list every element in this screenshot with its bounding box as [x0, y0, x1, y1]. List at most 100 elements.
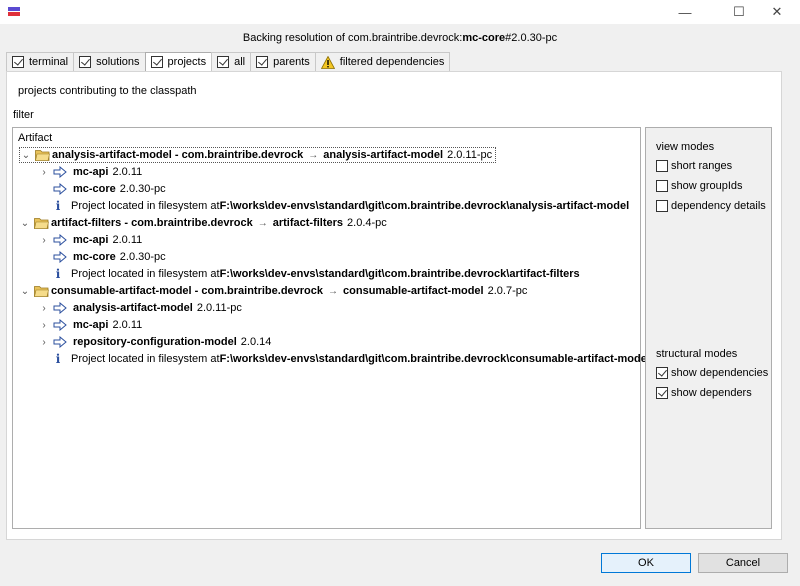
dependency-arrow-icon	[53, 234, 67, 246]
show-dependencies-checkbox[interactable]	[656, 367, 668, 379]
dependency-version: 2.0.11	[112, 166, 143, 178]
project-artifact: artifact-filters	[272, 217, 344, 229]
option-show-dependencies[interactable]: show dependencies	[656, 367, 768, 379]
expand-toggle[interactable]: ›	[38, 167, 50, 178]
tree-dependency-row[interactable]: › mc-api 2.0.11	[38, 164, 142, 180]
tab-label: parents	[273, 56, 310, 68]
info-path: F:\works\dev-envs\standard\git\com.brain…	[219, 268, 580, 280]
tree-dependency-row[interactable]: › analysis-artifact-model 2.0.11-pc	[38, 300, 242, 316]
project-name: analysis-artifact-model - com.braintribe…	[52, 149, 304, 161]
dependency-version: 2.0.11	[112, 234, 143, 246]
project-artifact: consumable-artifact-model	[343, 285, 484, 297]
short-ranges-checkbox[interactable]	[656, 160, 668, 172]
arrow-separator: →	[328, 285, 339, 297]
tab-solutions[interactable]: solutions	[73, 52, 146, 71]
collapse-toggle[interactable]: ⌄	[19, 286, 31, 297]
artifact-tree[interactable]: Artifact ⌄ analysis-artifact-model - com…	[12, 127, 650, 529]
tree-info-row[interactable]: i Project located in filesystem at F:\wo…	[53, 198, 629, 214]
tree-project-row[interactable]: ⌄ analysis-artifact-model - com.braintri…	[19, 147, 497, 163]
dialog-title-version: #2.0.30-pc	[505, 32, 558, 44]
info-icon: i	[55, 267, 61, 281]
tab-projects[interactable]: projects	[144, 52, 213, 71]
tab-content: projects contributing to the classpath f…	[6, 71, 782, 540]
info-path: F:\works\dev-envs\standard\git\com.brain…	[219, 353, 650, 365]
option-dependency-details[interactable]: dependency details	[656, 200, 766, 212]
tab-label: terminal	[29, 56, 69, 68]
tree-dependency-row[interactable]: › mc-api 2.0.11	[38, 232, 142, 248]
panel-heading: projects contributing to the classpath	[18, 85, 197, 97]
minimize-button[interactable]: —	[662, 0, 708, 24]
tab-parents[interactable]: parents	[250, 52, 316, 71]
dependency-arrow-icon	[53, 319, 67, 331]
options-panel: view modes short ranges show groupIds de…	[645, 127, 772, 529]
tree-dependency-row[interactable]: › mc-api 2.0.11	[38, 317, 142, 333]
tab-label: solutions	[96, 56, 140, 68]
option-show-groupids[interactable]: show groupIds	[656, 180, 743, 192]
project-version: 2.0.4-pc	[347, 217, 387, 229]
tree-info-row[interactable]: i Project located in filesystem at F:\wo…	[53, 266, 580, 282]
tab-all-checkbox[interactable]	[217, 56, 230, 68]
project-folder-icon	[34, 286, 49, 297]
info-path: F:\works\dev-envs\standard\git\com.brain…	[219, 200, 630, 212]
tree-info-row[interactable]: i Project located in filesystem at F:\wo…	[53, 351, 650, 367]
warning-icon	[320, 55, 335, 69]
tree-dependency-row[interactable]: mc-core 2.0.30-pc	[38, 249, 166, 265]
tab-terminal[interactable]: terminal	[6, 52, 75, 71]
option-label: show groupIds	[671, 180, 743, 192]
tab-filtered-dependencies[interactable]: filtered dependencies	[314, 52, 451, 71]
arrow-separator: →	[308, 149, 319, 161]
dependency-name: mc-core	[73, 183, 116, 195]
tab-label: projects	[167, 56, 207, 68]
tab-solutions-checkbox[interactable]	[79, 56, 92, 68]
info-icon: i	[55, 199, 61, 213]
dependency-version: 2.0.11-pc	[196, 302, 242, 314]
dependency-arrow-icon	[53, 336, 67, 348]
dependency-name: mc-core	[73, 251, 116, 263]
dependency-details-checkbox[interactable]	[656, 200, 668, 212]
option-short-ranges[interactable]: short ranges	[656, 160, 732, 172]
tree-dependency-row[interactable]: › repository-configuration-model 2.0.14	[38, 334, 271, 350]
dependency-name: mc-api	[73, 319, 109, 331]
cancel-button[interactable]: Cancel	[698, 553, 788, 573]
expand-toggle[interactable]: ›	[38, 337, 50, 348]
tab-label: filtered dependencies	[339, 56, 445, 68]
filter-label: filter	[13, 109, 34, 121]
close-button[interactable]: ✕	[754, 0, 800, 24]
info-icon: i	[55, 352, 61, 366]
show-dependers-checkbox[interactable]	[656, 387, 668, 399]
dependency-arrow-icon	[53, 251, 67, 263]
project-name: artifact-filters - com.braintribe.devroc…	[51, 217, 253, 229]
tree-dependency-row[interactable]: mc-core 2.0.30-pc	[38, 181, 166, 197]
expand-toggle[interactable]: ›	[38, 303, 50, 314]
collapse-toggle[interactable]: ⌄	[19, 218, 31, 229]
dependency-arrow-icon	[53, 166, 67, 178]
show-groupids-checkbox[interactable]	[656, 180, 668, 192]
structural-modes-title: structural modes	[656, 348, 738, 360]
filter-input[interactable]	[55, 106, 775, 124]
column-header-artifact: Artifact	[18, 132, 53, 144]
ok-button[interactable]: OK	[601, 553, 691, 573]
tree-project-row[interactable]: ⌄ artifact-filters - com.braintribe.devr…	[19, 215, 387, 231]
project-version: 2.0.11-pc	[447, 149, 493, 161]
dependency-version: 2.0.11	[112, 319, 143, 331]
option-show-dependers[interactable]: show dependers	[656, 387, 752, 399]
project-version: 2.0.7-pc	[487, 285, 528, 297]
dependency-version: 2.0.14	[240, 336, 272, 348]
dependency-name: analysis-artifact-model	[73, 302, 193, 314]
option-label: show dependencies	[671, 367, 769, 379]
tree-project-row[interactable]: ⌄ consumable-artifact-model - com.braint…	[19, 283, 528, 299]
tab-projects-checkbox[interactable]	[150, 56, 163, 68]
dependency-name: mc-api	[73, 166, 109, 178]
dependency-arrow-icon	[53, 302, 67, 314]
tab-parents-checkbox[interactable]	[256, 56, 269, 68]
tab-all[interactable]: all	[211, 52, 252, 71]
dialog-title-prefix: Backing resolution of com.braintribe.dev…	[242, 32, 463, 44]
expand-toggle[interactable]: ›	[38, 235, 50, 246]
tab-terminal-checkbox[interactable]	[12, 56, 24, 68]
expand-toggle[interactable]: ›	[38, 320, 50, 331]
info-prefix: Project located in filesystem at	[71, 200, 220, 212]
info-prefix: Project located in filesystem at	[71, 268, 220, 280]
collapse-toggle[interactable]: ⌄	[20, 150, 32, 161]
dependency-name: repository-configuration-model	[73, 336, 237, 348]
dialog-title-artifact: mc-core	[462, 32, 506, 44]
